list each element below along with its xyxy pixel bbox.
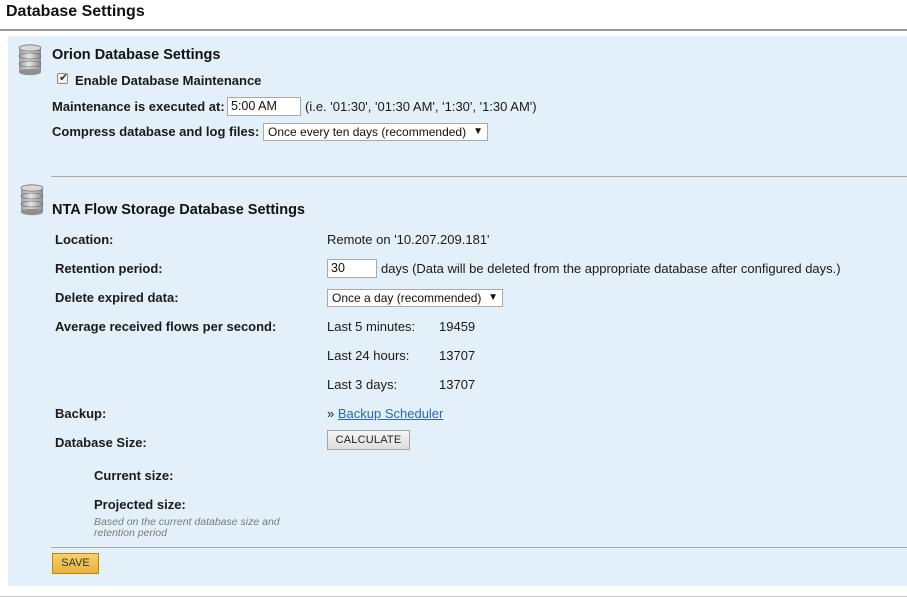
enable-maintenance-label: Enable Database Maintenance xyxy=(75,73,262,88)
section-divider xyxy=(51,176,907,177)
orion-section-title: Orion Database Settings xyxy=(52,47,221,63)
backup-scheduler-link[interactable]: Backup Scheduler xyxy=(338,406,444,421)
maintenance-time-label: Maintenance is executed at: xyxy=(52,99,225,114)
database-icon xyxy=(20,184,44,216)
dropdown-arrow-icon: ▼ xyxy=(488,292,498,303)
footer-divider xyxy=(51,547,907,548)
projected-size-hint-line2: retention period xyxy=(94,527,167,539)
location-value: Remote on '10.207.209.181' xyxy=(327,232,490,247)
delete-expired-select[interactable]: Once a day (recommended) ▼ xyxy=(327,289,503,307)
flow-label-5min: Last 5 minutes: xyxy=(327,319,416,334)
database-size-label: Database Size: xyxy=(55,435,147,450)
nta-section-title: NTA Flow Storage Database Settings xyxy=(52,202,305,218)
page-title: Database Settings xyxy=(6,3,145,20)
calculate-button[interactable]: CALCULATE xyxy=(327,430,410,450)
retention-input[interactable]: 30 xyxy=(327,259,377,278)
backup-link-row: » Backup Scheduler xyxy=(327,406,443,421)
retention-hint: days (Data will be deleted from the appr… xyxy=(381,261,841,276)
delete-expired-label: Delete expired data: xyxy=(55,290,179,305)
flow-label-3d: Last 3 days: xyxy=(327,377,398,392)
enable-maintenance-checkbox[interactable]: ✔ xyxy=(57,72,69,84)
dropdown-arrow-icon: ▼ xyxy=(473,126,483,137)
flow-value-5min: 19459 xyxy=(439,319,476,334)
backup-prefix: » xyxy=(327,406,335,421)
checkmark-icon: ✔ xyxy=(59,72,69,84)
location-label: Location: xyxy=(55,232,114,247)
projected-size-label: Projected size: xyxy=(94,497,186,512)
current-size-label: Current size: xyxy=(94,468,174,483)
compress-select[interactable]: Once every ten days (recommended) ▼ xyxy=(263,123,488,141)
flow-value-3d: 13707 xyxy=(439,377,476,392)
avg-flows-label: Average received flows per second: xyxy=(55,319,277,334)
flow-value-24h: 13707 xyxy=(439,348,476,363)
maintenance-time-hint: (i.e. '01:30', '01:30 AM', '1:30', '1:30… xyxy=(305,99,537,114)
settings-panel: Orion Database Settings ✔ Enable Databas… xyxy=(8,36,907,586)
compress-selected-value: Once every ten days (recommended) xyxy=(268,125,467,139)
compress-label: Compress database and log files: xyxy=(52,124,260,139)
flow-label-24h: Last 24 hours: xyxy=(327,348,410,363)
maintenance-time-input[interactable]: 5:00 AM xyxy=(227,97,301,116)
save-button[interactable]: SAVE xyxy=(52,553,99,574)
title-divider xyxy=(0,29,907,31)
retention-label: Retention period: xyxy=(55,261,163,276)
database-icon xyxy=(18,44,42,76)
backup-label: Backup: xyxy=(55,406,107,421)
page-bottom-divider xyxy=(0,596,907,597)
delete-expired-selected-value: Once a day (recommended) xyxy=(332,291,482,305)
